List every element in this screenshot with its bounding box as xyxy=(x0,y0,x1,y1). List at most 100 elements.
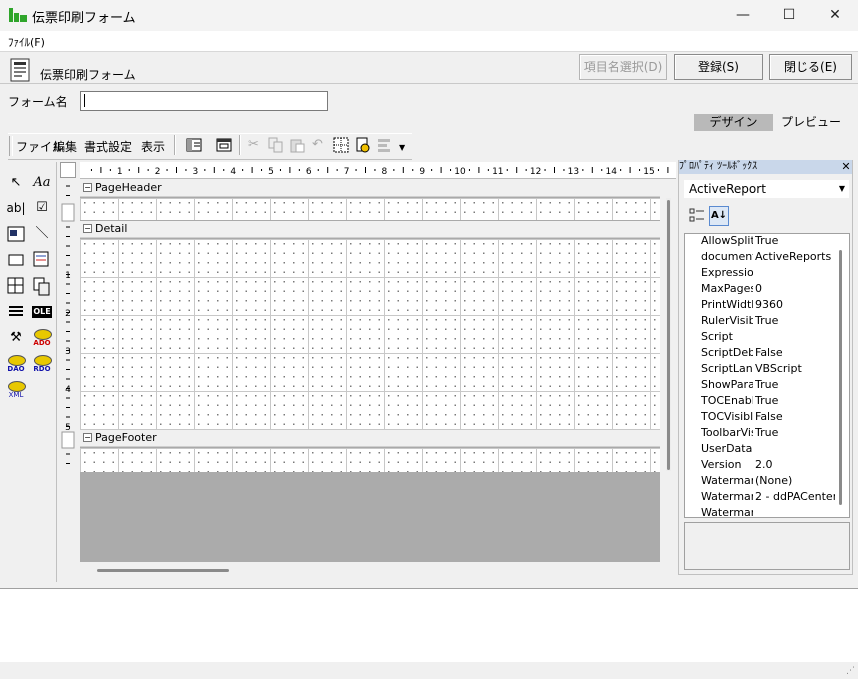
property-row[interactable]: documentNameActiveReports xyxy=(685,249,835,265)
band-area-pageheader[interactable] xyxy=(80,198,660,220)
text-caret xyxy=(84,94,85,107)
property-value[interactable]: 2 - ddPACenter xyxy=(755,489,835,505)
collapse-icon[interactable]: − xyxy=(83,183,92,192)
tools-icon[interactable]: ⚒ xyxy=(6,328,26,348)
form-header-title: 伝票印刷フォーム xyxy=(40,68,136,82)
property-row[interactable]: ToolbarVisibleTrue xyxy=(685,425,835,441)
band-header-pageheader[interactable]: − PageHeader xyxy=(80,180,660,197)
checkbox-tool-icon[interactable]: ☑ xyxy=(32,198,52,218)
copy-icon[interactable] xyxy=(268,137,284,153)
ruler-number: 4 xyxy=(230,167,236,177)
property-row[interactable]: ScriptDebuggerEnabledFalse xyxy=(685,345,835,361)
page-settings-icon[interactable] xyxy=(355,137,371,153)
property-row[interactable]: WatermarkAlignment2 - ddPACenter xyxy=(685,489,835,505)
property-row[interactable]: UserData xyxy=(685,441,835,457)
chevron-down-icon[interactable]: ▼ xyxy=(399,143,405,152)
picture-tool-icon[interactable] xyxy=(6,224,26,244)
paste-icon[interactable] xyxy=(289,137,305,153)
property-value[interactable]: (None) xyxy=(755,473,835,489)
property-row[interactable]: PrintWidth 9360 xyxy=(685,297,835,313)
rich-text-tool-icon[interactable] xyxy=(32,250,52,270)
alphabetical-sort-icon[interactable]: A↓ xyxy=(709,206,729,226)
ole-tool-icon[interactable]: OLE xyxy=(32,306,52,318)
design-vscroll-thumb[interactable] xyxy=(667,200,670,470)
property-value[interactable]: 9360 xyxy=(755,297,835,313)
tab-preview[interactable]: プレビュー xyxy=(774,114,848,131)
pointer-tool-icon[interactable]: ↖ xyxy=(6,173,26,193)
rdo-db-icon xyxy=(34,355,52,366)
register-button[interactable]: 登録(S) xyxy=(674,54,763,80)
toolbar-menu-view[interactable]: 表示 xyxy=(141,138,165,155)
property-row[interactable]: AllowSplittersTrue xyxy=(685,234,835,249)
toolbar-menu-edit[interactable]: 編集 xyxy=(53,138,77,155)
property-row[interactable]: MaxPages 0 xyxy=(685,281,835,297)
band-header-pagefooter[interactable]: − PageFooter xyxy=(80,430,660,447)
collapse-icon[interactable]: − xyxy=(83,224,92,233)
page-break-tool-icon[interactable] xyxy=(32,276,52,296)
report-design-surface[interactable]: − PageHeader − Detail − PageFooter xyxy=(80,180,660,562)
property-value[interactable]: True xyxy=(755,425,835,441)
object-selector[interactable]: ActiveReport ▼ xyxy=(684,180,849,198)
categorized-icon[interactable] xyxy=(688,206,706,224)
property-row[interactable]: RulerVisibleTrue xyxy=(685,313,835,329)
properties-close-icon[interactable]: ✕ xyxy=(840,160,852,173)
design-hscroll-thumb[interactable] xyxy=(97,569,229,572)
snap-grid-icon[interactable] xyxy=(333,137,349,153)
line-tool-icon[interactable]: ＼ xyxy=(32,224,52,244)
band-area-pagefooter[interactable] xyxy=(80,448,660,472)
collapse-icon[interactable]: − xyxy=(83,433,92,442)
form-name-input[interactable] xyxy=(80,91,328,111)
property-value[interactable]: False xyxy=(755,409,835,425)
property-row[interactable]: TOCEnabledTrue xyxy=(685,393,835,409)
cut-icon[interactable]: ✂ xyxy=(248,137,264,153)
property-row[interactable]: ScriptLanguageVBScript xyxy=(685,361,835,377)
chevron-down-icon[interactable]: ▼ xyxy=(839,180,845,198)
minimize-button[interactable]: — xyxy=(720,0,766,31)
property-grid[interactable]: AllowSplittersTruedocumentNameActiveRepo… xyxy=(684,233,850,518)
property-value[interactable]: VBScript xyxy=(755,361,835,377)
property-grid-scrollbar[interactable] xyxy=(839,250,842,505)
menu-bar xyxy=(0,31,858,52)
resize-grip-icon[interactable]: ⋰ xyxy=(846,666,855,676)
label-tool-icon[interactable]: Aa xyxy=(32,173,52,193)
ruler-number: 15 xyxy=(643,167,654,177)
form-name-label: フォーム名 xyxy=(8,95,68,109)
ruler-number: 1 xyxy=(117,167,123,177)
property-value[interactable]: ActiveReports xyxy=(755,249,835,265)
undo-icon[interactable]: ↶ xyxy=(312,137,328,153)
field-list-icon[interactable] xyxy=(216,137,232,153)
textbox-tool-icon[interactable]: ab| xyxy=(6,198,26,218)
property-row[interactable]: Script xyxy=(685,329,835,345)
property-value[interactable]: True xyxy=(755,377,835,393)
subreport-tool-icon[interactable] xyxy=(6,276,26,296)
toolbar-menu-format[interactable]: 書式設定 xyxy=(84,138,132,155)
property-value[interactable]: True xyxy=(755,313,835,329)
property-row[interactable]: Expression xyxy=(685,265,835,281)
maximize-button[interactable]: ☐ xyxy=(766,0,812,31)
shape-tool-icon[interactable] xyxy=(6,250,26,270)
item-name-select-button[interactable]: 項目名選択(D) xyxy=(579,54,667,80)
band-header-detail[interactable]: − Detail xyxy=(80,221,660,238)
close-button[interactable]: 閉じる(E) xyxy=(769,54,852,80)
band-area-detail[interactable] xyxy=(80,239,660,430)
close-window-button[interactable]: ✕ xyxy=(812,0,858,31)
barcode-tool-icon[interactable] xyxy=(6,302,26,322)
property-row[interactable]: Watermark xyxy=(685,505,835,517)
property-value[interactable]: True xyxy=(755,393,835,409)
property-row[interactable]: ShowParameterUITrue xyxy=(685,377,835,393)
align-controls-icon[interactable] xyxy=(377,137,393,153)
property-value[interactable]: True xyxy=(755,234,835,249)
property-row[interactable]: TOCVisibleFalse xyxy=(685,409,835,425)
property-row[interactable]: Version 2.0 xyxy=(685,457,835,473)
ruler-number: 9 xyxy=(419,167,425,177)
menu-file[interactable]: ﾌｧｲﾙ(F) xyxy=(8,34,45,50)
property-value[interactable]: 0 xyxy=(755,281,835,297)
ruler-number: 3 xyxy=(193,167,199,177)
property-value[interactable]: 2.0 xyxy=(755,457,835,473)
tab-design[interactable]: デザイン xyxy=(694,114,773,131)
property-name: TOCVisible xyxy=(701,410,753,423)
property-value[interactable]: False xyxy=(755,345,835,361)
report-explorer-icon[interactable] xyxy=(186,137,202,153)
property-row[interactable]: Watermark(None) xyxy=(685,473,835,489)
property-name: ShowParameterUI xyxy=(701,378,753,391)
